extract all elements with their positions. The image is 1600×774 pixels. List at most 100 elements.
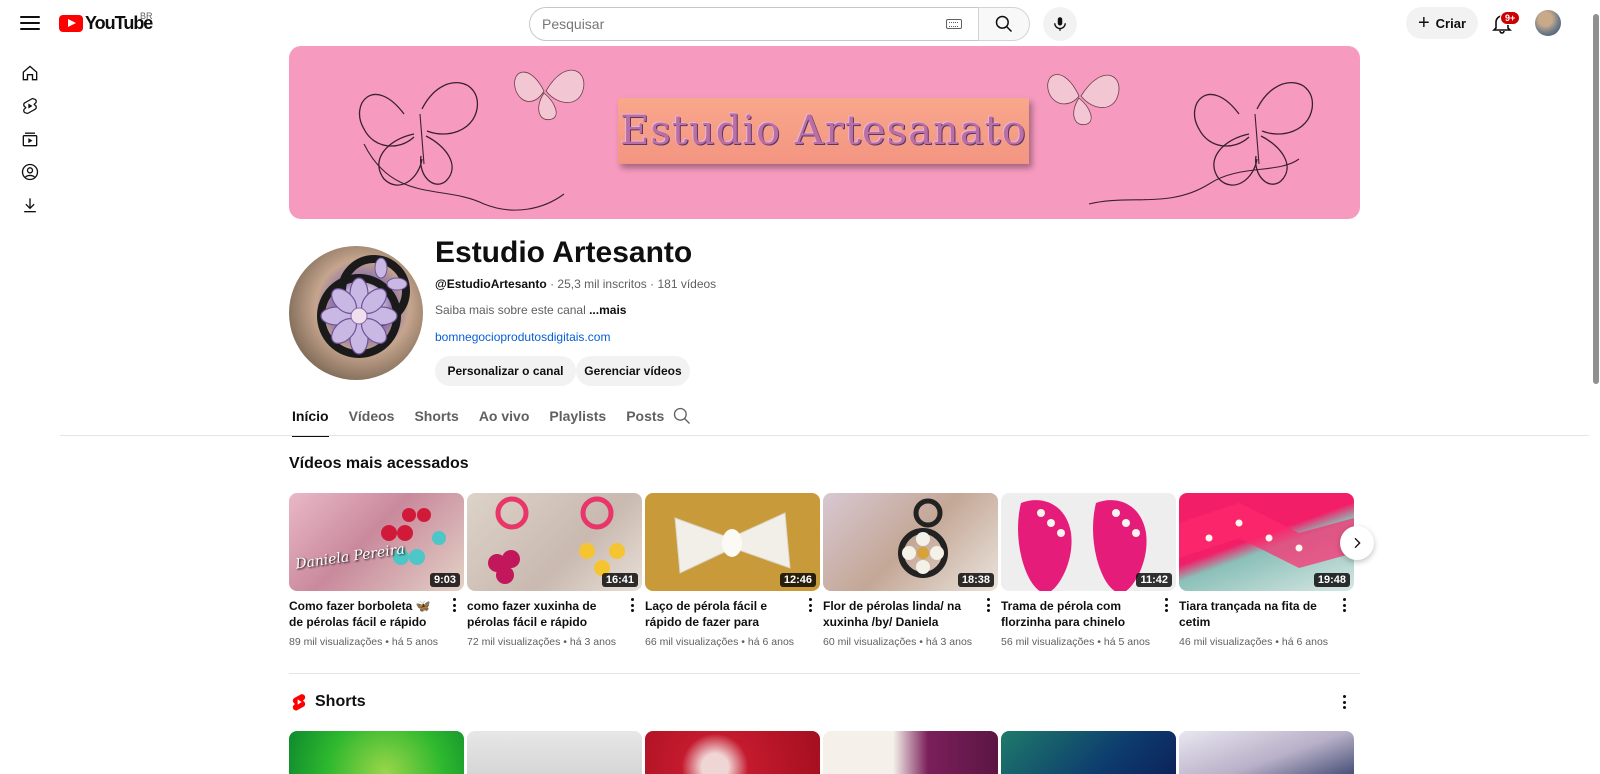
search-bar	[529, 7, 1030, 41]
video-age: há 5 anos	[391, 636, 439, 648]
youtube-logo[interactable]: YouTube	[59, 13, 153, 33]
avatar-flower-image	[317, 255, 410, 358]
short-thumbnail[interactable]	[645, 731, 820, 774]
video-duration: 18:38	[957, 573, 994, 587]
search-box	[529, 7, 978, 41]
video-meta: 72 mil visualizações • há 3 anos	[467, 636, 642, 648]
video-thumbnail[interactable]: 16:41	[467, 493, 642, 591]
butterfly-pink-left	[514, 69, 585, 121]
create-button[interactable]: + Criar	[1406, 7, 1478, 39]
video-options-icon[interactable]	[982, 597, 994, 613]
video-thumbnail[interactable]: Daniela Pereira 9:03	[289, 493, 464, 591]
channel-meta: @EstudioArtesanto · 25,3 mil inscritos ·…	[435, 277, 716, 291]
channel-handle: @EstudioArtesanto	[435, 277, 547, 291]
tab-shorts[interactable]: Shorts	[414, 396, 458, 436]
keyboard-icon[interactable]	[946, 19, 962, 29]
subscriber-count: 25,3 mil inscritos	[557, 277, 647, 291]
short-thumbnail[interactable]	[1179, 731, 1354, 774]
channel-link[interactable]: bomnegocioprodutosdigitais.com	[435, 330, 610, 344]
create-label: Criar	[1435, 15, 1467, 31]
video-age: há 3 anos	[569, 636, 617, 648]
meta-separator: •	[741, 636, 745, 648]
shorts-options-icon[interactable]	[1338, 694, 1350, 710]
tabs-divider	[60, 435, 1589, 436]
short-thumbnail[interactable]	[467, 731, 642, 774]
microphone-icon	[1054, 17, 1066, 31]
video-duration: 11:42	[1136, 573, 1172, 587]
meta-separator: •	[1097, 636, 1101, 648]
video-duration: 12:46	[779, 573, 816, 587]
video-options-icon[interactable]	[626, 597, 638, 613]
search-button[interactable]	[978, 7, 1030, 41]
page-scrollbar[interactable]	[1590, 0, 1600, 774]
menu-icon[interactable]	[18, 12, 42, 34]
video-duration: 9:03	[429, 573, 460, 587]
video-thumbnail[interactable]: 11:42	[1001, 493, 1176, 591]
channel-title: Estudio Artesanto	[435, 236, 693, 269]
shorts-title: Shorts	[315, 693, 366, 710]
search-input[interactable]	[542, 16, 946, 32]
video-thumbnail[interactable]: 12:46	[645, 493, 820, 591]
tab-playlists[interactable]: Playlists	[549, 396, 606, 436]
video-title[interactable]: como fazer xuxinha de pérolas fácil e rá…	[467, 598, 617, 630]
video-meta: 46 mil visualizações • há 6 anos	[1179, 636, 1354, 648]
video-title[interactable]: Como fazer borboleta 🦋de pérolas fácil e…	[289, 598, 439, 630]
video-title[interactable]: Tiara trançada na fita de cetim	[1179, 598, 1329, 630]
video-title[interactable]: Flor de pérolas linda/ na xuxinha /by/ D…	[823, 598, 973, 630]
shorts-section-header: Shorts	[291, 692, 366, 712]
short-thumbnail[interactable]	[289, 731, 464, 774]
tab-videos[interactable]: Vídeos	[349, 396, 395, 436]
customize-channel-button[interactable]: Personalizar o canal	[435, 356, 576, 386]
home-icon	[22, 64, 38, 80]
manage-videos-button[interactable]: Gerenciar vídeos	[576, 356, 690, 386]
video-views: 60 mil visualizações	[823, 636, 917, 648]
rail-subscriptions[interactable]	[0, 122, 60, 155]
tab-inicio[interactable]: Início	[292, 396, 329, 437]
search-icon	[995, 15, 1013, 33]
rail-you[interactable]	[0, 155, 60, 188]
account-avatar[interactable]	[1535, 10, 1561, 36]
butterfly-drawing-right	[1088, 81, 1313, 205]
channel-description[interactable]: Saiba mais sobre este canal ...mais	[435, 303, 626, 317]
video-card[interactable]: 12:46 Laço de pérola fácil e rápido de f…	[645, 493, 820, 648]
video-options-icon[interactable]	[448, 597, 460, 613]
plus-icon: +	[1417, 12, 1430, 34]
channel-avatar[interactable]	[289, 246, 423, 380]
video-options-icon[interactable]	[804, 597, 816, 613]
channel-search-icon[interactable]	[672, 406, 692, 426]
video-options-icon[interactable]	[1338, 597, 1350, 613]
short-thumbnail[interactable]	[823, 731, 998, 774]
tab-ao-vivo[interactable]: Ao vivo	[479, 396, 530, 436]
video-views: 89 mil visualizações	[289, 636, 383, 648]
meta-separator: •	[385, 636, 389, 648]
rail-home[interactable]	[0, 56, 60, 89]
meta-separator: •	[563, 636, 567, 648]
video-card[interactable]: 11:42 Trama de pérola com florzinha para…	[1001, 493, 1176, 648]
voice-search-button[interactable]	[1043, 7, 1077, 41]
rail-shorts[interactable]	[0, 89, 60, 122]
country-code: BR	[140, 11, 153, 21]
description-more[interactable]: ...mais	[589, 303, 626, 317]
short-thumbnail[interactable]	[1001, 731, 1176, 774]
popular-videos-title: Vídeos mais acessados	[289, 455, 469, 472]
video-card[interactable]: 16:41 como fazer xuxinha de pérolas fáci…	[467, 493, 642, 648]
video-title[interactable]: Trama de pérola com florzinha para chine…	[1001, 598, 1151, 630]
scroll-thumb[interactable]	[1593, 14, 1599, 384]
video-views: 72 mil visualizações	[467, 636, 561, 648]
video-card[interactable]: 19:48 Tiara trançada na fita de cetim 46…	[1179, 493, 1354, 648]
video-title[interactable]: Laço de pérola fácil e rápido de fazer p…	[645, 598, 795, 630]
meta-separator: •	[919, 636, 923, 648]
video-card[interactable]: Daniela Pereira 9:03 Como fazer borbolet…	[289, 493, 464, 648]
tab-posts[interactable]: Posts	[626, 396, 664, 436]
side-rail	[0, 56, 60, 221]
rail-downloads[interactable]	[0, 188, 60, 221]
meta-separator: ·	[650, 277, 655, 291]
video-duration: 16:41	[601, 573, 638, 587]
video-thumbnail[interactable]: 18:38	[823, 493, 998, 591]
video-card[interactable]: 18:38 Flor de pérolas linda/ na xuxinha …	[823, 493, 998, 648]
video-meta: 56 mil visualizações • há 5 anos	[1001, 636, 1176, 648]
video-meta: 60 mil visualizações • há 3 anos	[823, 636, 998, 648]
video-options-icon[interactable]	[1160, 597, 1172, 613]
video-thumbnail[interactable]: 19:48	[1179, 493, 1354, 591]
carousel-next-button[interactable]	[1340, 526, 1374, 560]
